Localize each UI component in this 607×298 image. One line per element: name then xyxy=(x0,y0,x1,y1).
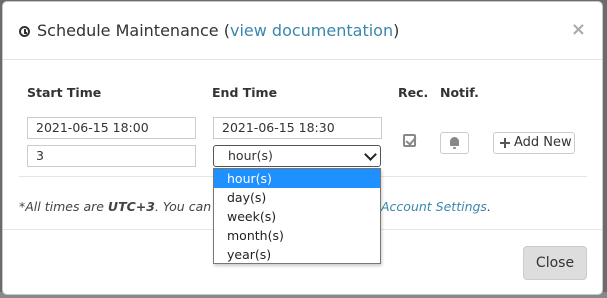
start-time-label: Start Time xyxy=(27,85,102,100)
account-settings-link[interactable]: Account Settings. xyxy=(381,199,491,214)
option-weeks[interactable]: week(s) xyxy=(214,207,380,226)
modal-title: Schedule Maintenance (view documentation… xyxy=(37,21,399,40)
note-prefix: *All times are xyxy=(19,199,108,214)
title-text: Schedule Maintenance ( xyxy=(37,21,230,40)
view-documentation-link[interactable]: view documentation xyxy=(230,21,393,40)
duration-unit-select[interactable]: hour(s) xyxy=(213,145,381,167)
plus-icon xyxy=(500,138,510,148)
add-new-label: Add New xyxy=(514,135,572,150)
title-suffix: ) xyxy=(393,21,400,40)
close-button[interactable]: Close xyxy=(523,246,587,280)
option-months[interactable]: month(s) xyxy=(214,226,380,245)
option-hours[interactable]: hour(s) xyxy=(214,169,380,188)
option-years[interactable]: year(s) xyxy=(214,245,380,264)
duration-unit-dropdown: hour(s) day(s) week(s) month(s) year(s) xyxy=(213,168,381,264)
close-icon[interactable]: × xyxy=(571,19,586,40)
selected-unit: hour(s) xyxy=(228,148,273,163)
start-time-input[interactable]: 2021-06-15 18:00 xyxy=(27,117,196,139)
recurring-checkbox-icon[interactable] xyxy=(403,134,416,147)
notif-label: Notif. xyxy=(440,85,479,100)
account-settings-text: Account Settings xyxy=(381,199,487,214)
notification-button[interactable] xyxy=(440,132,469,154)
bell-icon xyxy=(450,137,459,149)
timezone-value: UTC+3 xyxy=(107,199,155,214)
schedule-maintenance-modal: Schedule Maintenance (view documentation… xyxy=(2,1,603,295)
end-time-input[interactable]: 2021-06-15 18:30 xyxy=(213,117,382,139)
note-suffix: . You can c xyxy=(154,199,223,214)
rec-label: Rec. xyxy=(398,85,429,100)
chevron-down-icon xyxy=(364,148,377,161)
note-end: . xyxy=(486,199,491,214)
timezone-note: *All times are UTC+3. You can c xyxy=(19,199,222,214)
clock-icon xyxy=(19,26,30,37)
option-days[interactable]: day(s) xyxy=(214,188,380,207)
duration-input[interactable]: 3 xyxy=(27,145,196,167)
modal-header: Schedule Maintenance (view documentation… xyxy=(3,2,602,60)
add-new-button[interactable]: Add New xyxy=(493,132,575,154)
end-time-label: End Time xyxy=(212,85,278,100)
